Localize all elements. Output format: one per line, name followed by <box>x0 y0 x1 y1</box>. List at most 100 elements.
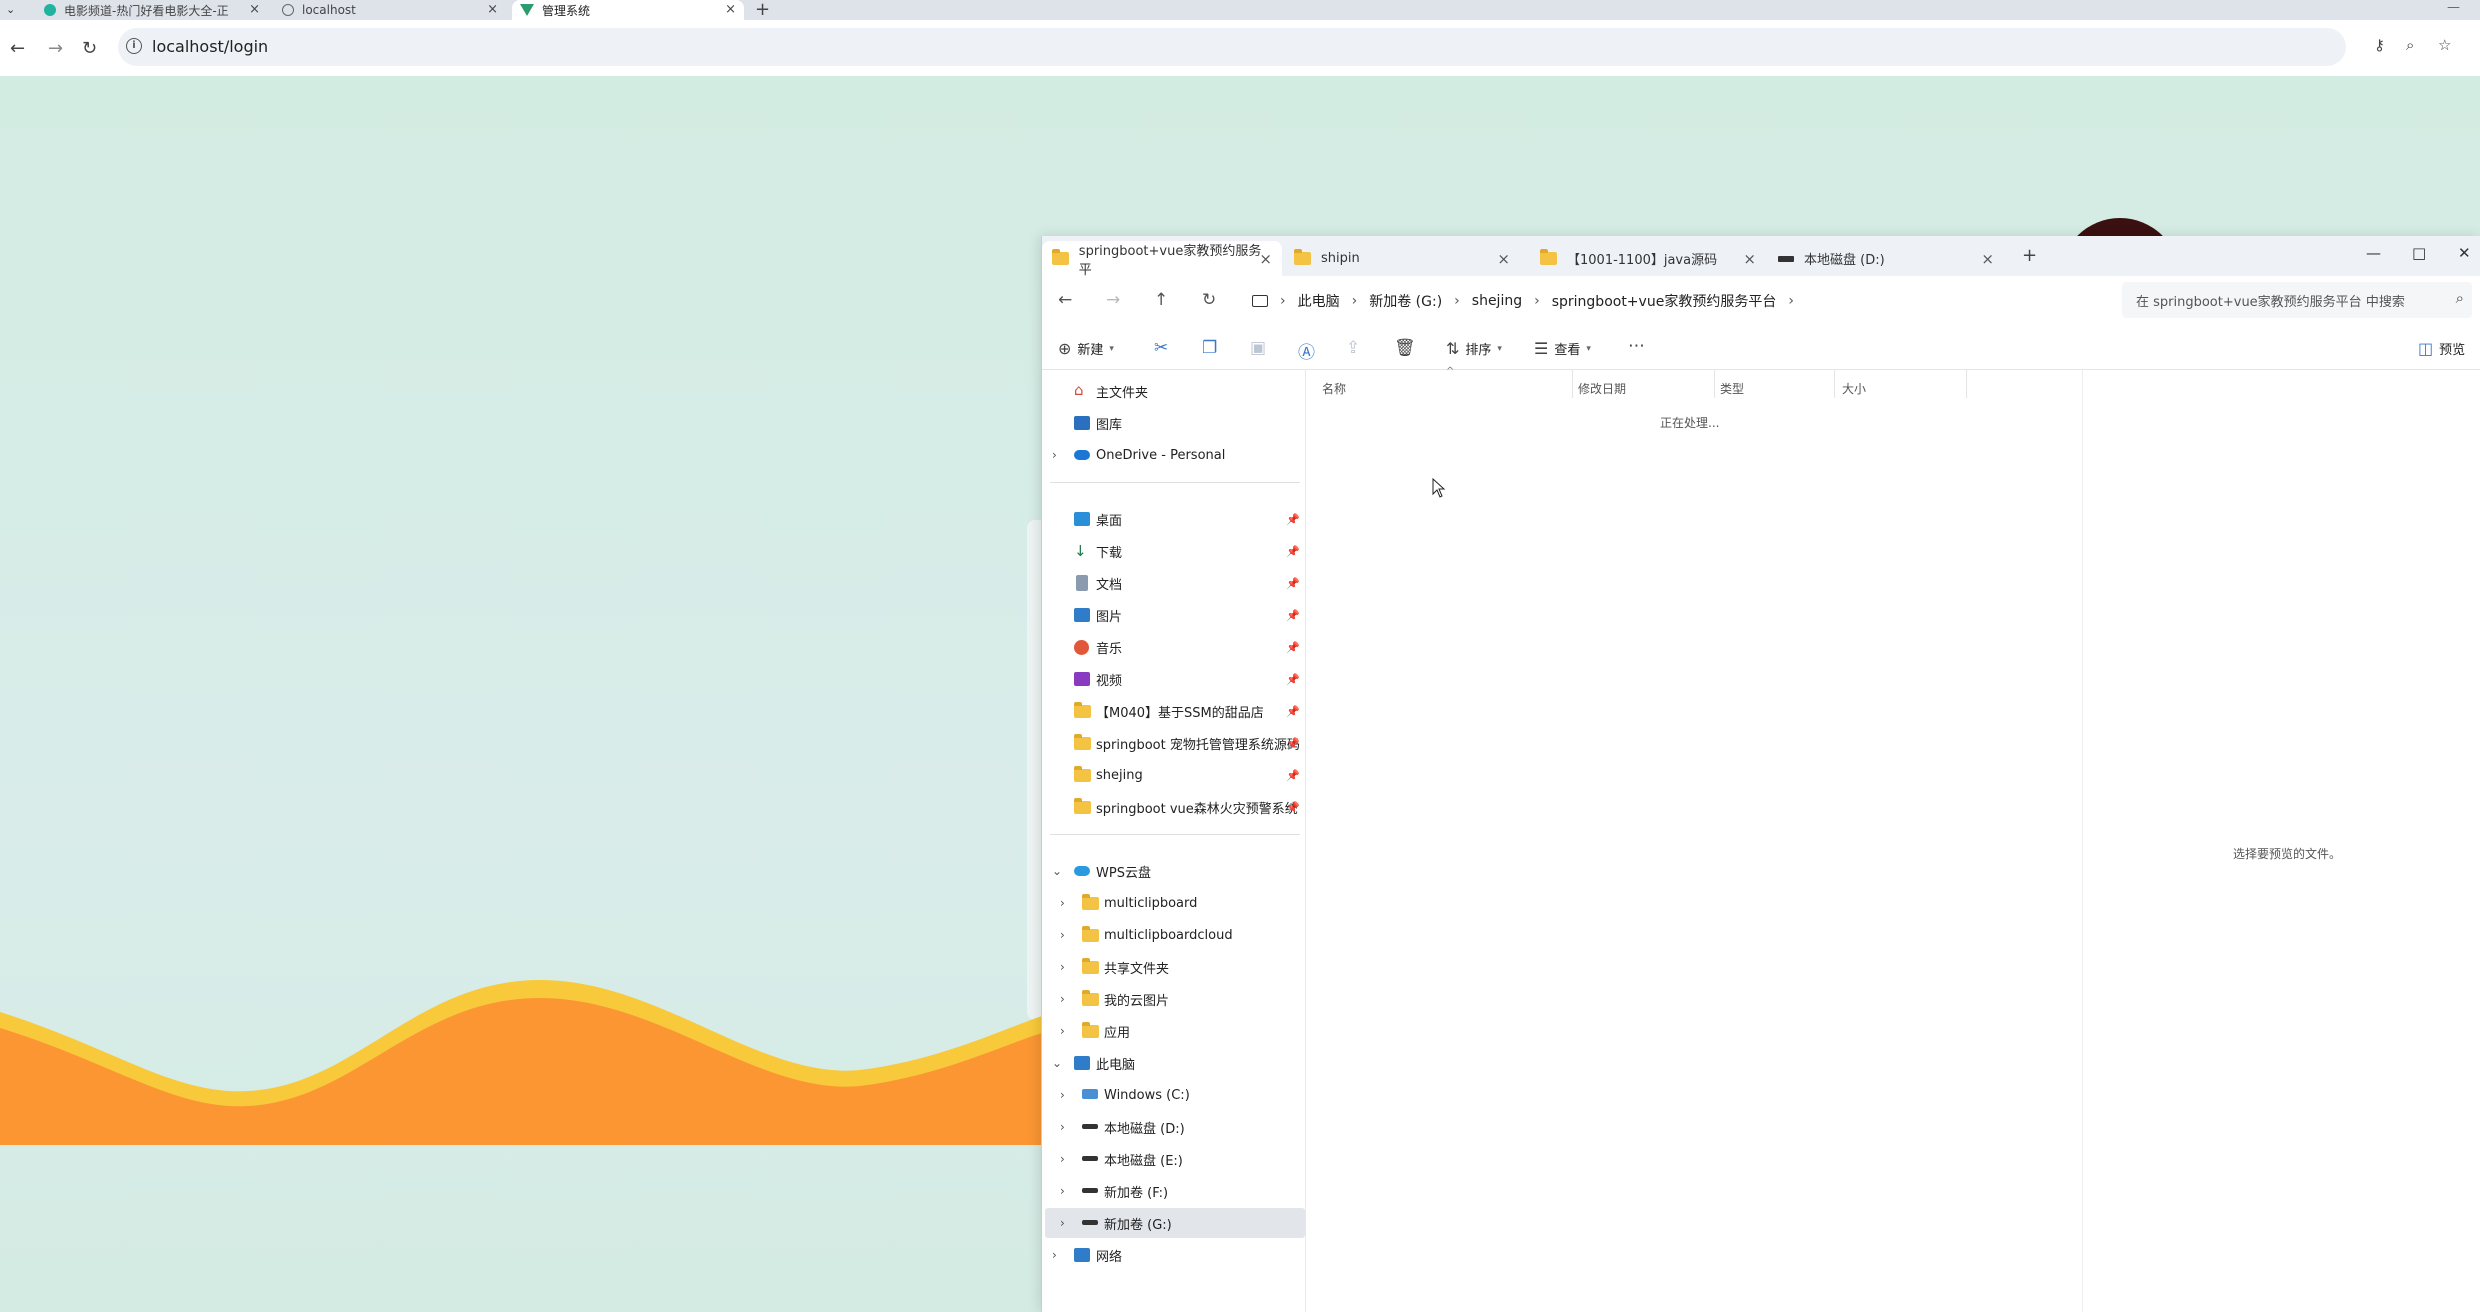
sort-button[interactable]: ⇅ 排序 ▾ <box>1446 339 1502 358</box>
browser-tab-movies[interactable]: 电影频道-热门好看电影大全-正 × <box>36 0 268 20</box>
cut-icon[interactable]: ✂ <box>1154 338 1168 358</box>
more-options-icon[interactable]: ⋯ <box>1628 336 1645 356</box>
nav-item-wps-child[interactable]: › multiclipboard <box>1042 888 1306 918</box>
forward-arrow-icon[interactable]: → <box>48 38 63 59</box>
nav-item-home[interactable]: ⌂ 主文件夹 <box>1042 376 1306 406</box>
chevron-right-icon[interactable]: › <box>1060 1216 1065 1230</box>
delete-icon[interactable]: 🗑 <box>1394 338 1416 358</box>
pin-icon[interactable]: 📌 <box>1286 769 1300 782</box>
reload-icon[interactable]: ↻ <box>82 38 97 59</box>
share-icon[interactable]: ⇪ <box>1346 338 1360 358</box>
url-text[interactable]: localhost/login <box>152 37 268 56</box>
preview-button[interactable]: ◫ 预览 <box>2418 339 2465 358</box>
explorer-tab[interactable]: springboot+vue家教预约服务平 × <box>1042 241 1282 278</box>
chevron-down-icon[interactable]: ⌄ <box>1052 1056 1062 1070</box>
breadcrumb-item[interactable]: springboot+vue家教预约服务平台 <box>1552 291 1777 311</box>
search-input[interactable]: 在 springboot+vue家教预约服务平台 中搜索 ⌕ <box>2122 282 2472 318</box>
file-list[interactable]: ^ 名称 修改日期 类型 大小 正在处理... <box>1306 366 2086 1312</box>
breadcrumb-separator-icon[interactable]: › <box>1454 293 1460 309</box>
breadcrumb[interactable]: › 此电脑 › 新加卷 (G:) › shejing › springboot+… <box>1252 284 2142 318</box>
pin-icon[interactable]: 📌 <box>1286 801 1300 814</box>
chevron-right-icon[interactable]: › <box>1060 1088 1065 1102</box>
nav-item-pictures[interactable]: 图片 📌 <box>1042 600 1306 630</box>
nav-item-drive[interactable]: › 新加卷 (F:) <box>1042 1176 1306 1206</box>
column-divider[interactable] <box>1966 370 1967 398</box>
new-tab-icon[interactable]: + <box>755 0 770 20</box>
column-header-date[interactable]: 修改日期 <box>1578 380 1626 397</box>
chevron-right-icon[interactable]: › <box>1052 448 1057 462</box>
copy-icon[interactable]: ❐ <box>1202 338 1217 358</box>
nav-item-drive[interactable]: › Windows (C:) <box>1042 1080 1306 1110</box>
pin-icon[interactable]: 📌 <box>1286 513 1300 526</box>
address-bar[interactable]: i localhost/login <box>118 28 2346 66</box>
explorer-tab[interactable]: 本地磁盘 (D:) × <box>1768 241 2004 276</box>
nav-item-videos[interactable]: 视频 📌 <box>1042 664 1306 694</box>
chevron-right-icon[interactable]: › <box>1060 992 1065 1006</box>
chevron-right-icon[interactable]: › <box>1060 1120 1065 1134</box>
explorer-tab[interactable]: 【1001-1100】java源码 × <box>1530 241 1766 276</box>
pin-icon[interactable]: 📌 <box>1286 577 1300 590</box>
chevron-right-icon[interactable]: › <box>1060 896 1065 910</box>
password-key-icon[interactable]: ⚷ <box>2374 36 2385 54</box>
chevron-right-icon[interactable]: › <box>1052 1248 1057 1262</box>
pin-icon[interactable]: 📌 <box>1286 609 1300 622</box>
back-arrow-icon[interactable]: ← <box>1058 290 1072 310</box>
close-tab-icon[interactable]: × <box>249 2 260 17</box>
new-button[interactable]: ⊕ 新建 ▾ <box>1058 339 1114 358</box>
column-divider[interactable] <box>1572 370 1573 398</box>
pin-icon[interactable]: 📌 <box>1286 705 1300 718</box>
close-tab-icon[interactable]: × <box>487 2 498 17</box>
chevron-right-icon[interactable]: › <box>1060 1024 1065 1038</box>
nav-item-wps[interactable]: ⌄ WPS云盘 <box>1042 856 1306 886</box>
nav-item-folder[interactable]: shejing 📌 <box>1042 760 1306 790</box>
column-divider[interactable] <box>1714 370 1715 398</box>
nav-item-drive[interactable]: › 本地磁盘 (D:) <box>1042 1112 1306 1142</box>
nav-item-drive-selected[interactable]: › 新加卷 (G:) <box>1045 1208 1305 1238</box>
nav-item-music[interactable]: 音乐 📌 <box>1042 632 1306 662</box>
nav-item-drive[interactable]: › 本地磁盘 (E:) <box>1042 1144 1306 1174</box>
nav-item-wps-child[interactable]: › 我的云图片 <box>1042 984 1306 1014</box>
breadcrumb-item[interactable]: 新加卷 (G:) <box>1369 291 1442 311</box>
back-arrow-icon[interactable]: ← <box>10 38 25 59</box>
close-tab-icon[interactable]: × <box>1981 250 1994 268</box>
chevron-right-icon[interactable]: › <box>1060 928 1065 942</box>
refresh-icon[interactable]: ↻ <box>1202 290 1216 310</box>
chevron-right-icon[interactable]: › <box>1060 1184 1065 1198</box>
nav-item-network[interactable]: › 网络 <box>1042 1240 1306 1270</box>
column-header-name[interactable]: 名称 <box>1322 380 1346 397</box>
tab-search-chevron-icon[interactable]: ⌄ <box>6 3 15 16</box>
close-tab-icon[interactable]: × <box>1259 250 1272 268</box>
nav-item-onedrive[interactable]: › OneDrive - Personal <box>1042 440 1306 470</box>
breadcrumb-item[interactable]: shejing <box>1472 293 1522 309</box>
breadcrumb-separator-icon[interactable]: › <box>1534 293 1540 309</box>
pin-icon[interactable]: 📌 <box>1286 641 1300 654</box>
browser-tab-localhost[interactable]: localhost × <box>274 0 506 20</box>
chevron-right-icon[interactable]: › <box>1060 1152 1065 1166</box>
nav-item-wps-child[interactable]: › 应用 <box>1042 1016 1306 1046</box>
paste-icon[interactable]: ▣ <box>1250 338 1266 358</box>
minimize-icon[interactable]: — <box>2366 244 2381 262</box>
nav-item-wps-child[interactable]: › multiclipboardcloud <box>1042 920 1306 950</box>
bookmark-star-icon[interactable]: ☆ <box>2438 36 2451 54</box>
view-button[interactable]: ☰ 查看 ▾ <box>1534 339 1591 358</box>
pin-icon[interactable]: 📌 <box>1286 545 1300 558</box>
breadcrumb-separator-icon[interactable]: › <box>1352 293 1358 309</box>
pin-icon[interactable]: 📌 <box>1286 673 1300 686</box>
up-arrow-icon[interactable]: ↑ <box>1154 290 1168 310</box>
forward-arrow-icon[interactable]: → <box>1106 290 1120 310</box>
nav-item-desktop[interactable]: 桌面 📌 <box>1042 504 1306 534</box>
pin-icon[interactable]: 📌 <box>1286 737 1300 750</box>
maximize-icon[interactable]: □ <box>2412 244 2426 262</box>
close-tab-icon[interactable]: × <box>725 2 736 17</box>
nav-item-documents[interactable]: 文档 📌 <box>1042 568 1306 598</box>
breadcrumb-separator-icon[interactable]: › <box>1788 293 1794 309</box>
new-tab-icon[interactable]: + <box>2022 245 2037 266</box>
nav-item-gallery[interactable]: 图库 <box>1042 408 1306 438</box>
nav-item-folder[interactable]: springboot 宠物托管管理系统源码 📌 <box>1042 728 1306 758</box>
column-header-size[interactable]: 大小 <box>1842 380 1866 397</box>
rename-icon[interactable]: Ⓐ <box>1298 338 1315 363</box>
column-divider[interactable] <box>1834 370 1835 398</box>
breadcrumb-separator-icon[interactable]: › <box>1280 293 1286 309</box>
column-header-type[interactable]: 类型 <box>1720 380 1744 397</box>
minimize-icon[interactable]: — <box>2447 0 2460 15</box>
